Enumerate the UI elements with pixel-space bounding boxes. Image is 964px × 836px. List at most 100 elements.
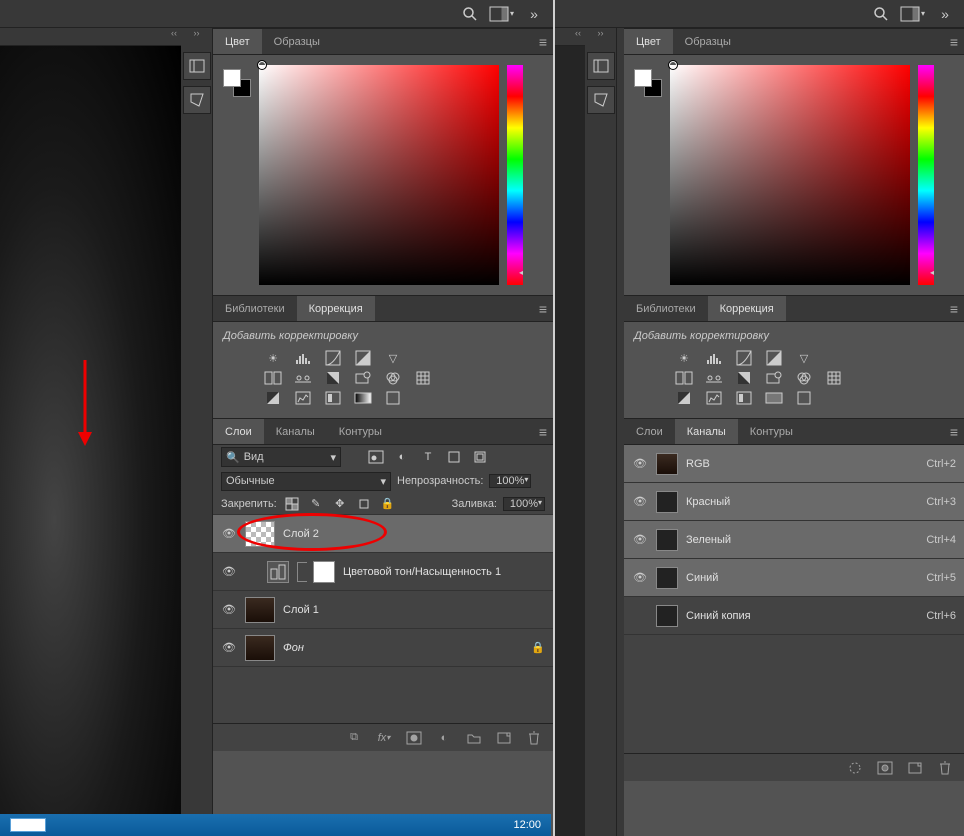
bw-icon[interactable]: [323, 370, 343, 386]
mini-panel-1[interactable]: [587, 52, 615, 80]
hue-slider[interactable]: [918, 65, 934, 285]
posterize-icon[interactable]: [293, 390, 313, 406]
tab-channels-left[interactable]: Каналы: [264, 419, 327, 444]
adjustments-panel-menu[interactable]: ≡: [539, 301, 553, 317]
color-lookup-icon[interactable]: [824, 370, 844, 386]
adjustment-thumb[interactable]: [267, 561, 289, 583]
curves-icon[interactable]: [323, 350, 343, 366]
lock-paint-icon[interactable]: ✎: [307, 495, 325, 513]
visibility-toggle[interactable]: 👁: [632, 533, 648, 546]
channel-row[interactable]: 👁 RGB Ctrl+2: [624, 445, 964, 483]
visibility-toggle[interactable]: 👁: [632, 495, 648, 508]
exposure-icon[interactable]: [353, 350, 373, 366]
photo-filter-icon[interactable]: [764, 370, 784, 386]
color-balance-icon[interactable]: [293, 370, 313, 386]
tab-adjustments[interactable]: Коррекция: [708, 296, 786, 321]
collapse-arrows[interactable]: ››: [181, 28, 212, 46]
visibility-toggle[interactable]: 👁: [221, 565, 237, 578]
tab-libraries[interactable]: Библиотеки: [624, 296, 708, 321]
channel-row[interactable]: 👁 Синий Ctrl+5: [624, 559, 964, 597]
color-balance-icon[interactable]: [704, 370, 724, 386]
color-picker-field[interactable]: [670, 65, 910, 285]
invert-icon[interactable]: [674, 390, 694, 406]
threshold-icon[interactable]: [323, 390, 343, 406]
photo-filter-icon[interactable]: [353, 370, 373, 386]
exposure-icon[interactable]: [764, 350, 784, 366]
mini-panel-2[interactable]: [183, 86, 211, 114]
filter-pixel-icon[interactable]: [367, 448, 385, 466]
delete-layer-icon[interactable]: [525, 729, 543, 747]
hue-slider[interactable]: [507, 65, 523, 285]
new-layer-icon[interactable]: [495, 729, 513, 747]
vibrance-icon[interactable]: ▽: [383, 350, 403, 366]
tab-color[interactable]: Цвет: [624, 29, 673, 54]
channel-row[interactable]: 👁 Зеленый Ctrl+4: [624, 521, 964, 559]
tab-adjustments[interactable]: Коррекция: [297, 296, 375, 321]
new-channel-icon[interactable]: [906, 759, 924, 777]
tab-paths-left[interactable]: Контуры: [327, 419, 394, 444]
gradient-map-icon[interactable]: [353, 390, 373, 406]
curves-icon[interactable]: [734, 350, 754, 366]
selective-color-icon[interactable]: [383, 390, 403, 406]
workspace-icon[interactable]: ▾: [493, 5, 511, 23]
link-layers-icon[interactable]: ⧉: [345, 729, 363, 747]
color-picker-field[interactable]: [259, 65, 499, 285]
color-panel-menu[interactable]: ≡: [539, 34, 553, 50]
foreground-background-swatch[interactable]: [223, 69, 251, 97]
layer-thumb[interactable]: [245, 635, 275, 661]
channel-mixer-icon[interactable]: [383, 370, 403, 386]
filter-adjust-icon[interactable]: ◐: [393, 448, 411, 466]
layer-search[interactable]: 🔍 Вид ▾: [221, 447, 341, 467]
brightness-icon[interactable]: ☀: [263, 350, 283, 366]
threshold-icon[interactable]: [734, 390, 754, 406]
visibility-toggle[interactable]: 👁: [221, 641, 237, 654]
search-icon[interactable]: [461, 5, 479, 23]
filter-shape-icon[interactable]: [445, 448, 463, 466]
color-lookup-icon[interactable]: [413, 370, 433, 386]
lock-all-icon[interactable]: 🔒: [379, 495, 397, 513]
hue-sat-icon[interactable]: [674, 370, 694, 386]
visibility-toggle[interactable]: 👁: [221, 603, 237, 616]
tab-color[interactable]: Цвет: [213, 29, 262, 54]
levels-icon[interactable]: [704, 350, 724, 366]
layer-name[interactable]: Фон: [283, 642, 304, 654]
layer-row[interactable]: 👁 Слой 2: [213, 515, 553, 553]
taskbar[interactable]: 12:00: [0, 814, 551, 836]
collapse-arrows[interactable]: ››: [585, 28, 616, 46]
levels-icon[interactable]: [293, 350, 313, 366]
tab-libraries[interactable]: Библиотеки: [213, 296, 297, 321]
layer-name[interactable]: Цветовой тон/Насыщенность 1: [343, 566, 501, 578]
tab-channels[interactable]: Каналы: [675, 419, 738, 444]
layer-row[interactable]: 👁 Цветовой тон/Насыщенность 1: [213, 553, 553, 591]
tab-swatches[interactable]: Образцы: [673, 29, 743, 54]
channels-panel-menu[interactable]: ≡: [950, 424, 964, 440]
vibrance-icon[interactable]: ▽: [794, 350, 814, 366]
search-icon[interactable]: [872, 5, 890, 23]
blend-mode-select[interactable]: Обычные▾: [221, 472, 391, 491]
mini-panel-1[interactable]: [183, 52, 211, 80]
mask-link-icon[interactable]: [297, 562, 307, 582]
adjustments-panel-menu[interactable]: ≡: [950, 301, 964, 317]
fill-value[interactable]: 100%▾: [503, 497, 545, 511]
layers-panel-menu[interactable]: ≡: [539, 424, 553, 440]
visibility-toggle[interactable]: 👁: [632, 571, 648, 584]
channel-row[interactable]: Синий копия Ctrl+6: [624, 597, 964, 635]
load-selection-icon[interactable]: [846, 759, 864, 777]
filter-type-icon[interactable]: T: [419, 448, 437, 466]
mask-thumb[interactable]: [313, 561, 335, 583]
layer-row[interactable]: 👁 Фон 🔒: [213, 629, 553, 667]
menu-icon[interactable]: »: [525, 5, 543, 23]
tab-paths-right[interactable]: Контуры: [738, 419, 805, 444]
add-mask-icon[interactable]: [405, 729, 423, 747]
delete-channel-icon[interactable]: [936, 759, 954, 777]
color-panel-menu[interactable]: ≡: [950, 34, 964, 50]
layer-row[interactable]: 👁 Слой 1: [213, 591, 553, 629]
workspace-icon[interactable]: ▾: [904, 5, 922, 23]
bw-icon[interactable]: [734, 370, 754, 386]
layer-name[interactable]: Слой 1: [283, 604, 319, 616]
selective-color-icon[interactable]: [794, 390, 814, 406]
lock-position-icon[interactable]: ✥: [331, 495, 349, 513]
gradient-map-icon[interactable]: [764, 390, 784, 406]
visibility-toggle[interactable]: 👁: [221, 527, 237, 540]
collapse-toggle[interactable]: ‹‹: [555, 28, 585, 46]
